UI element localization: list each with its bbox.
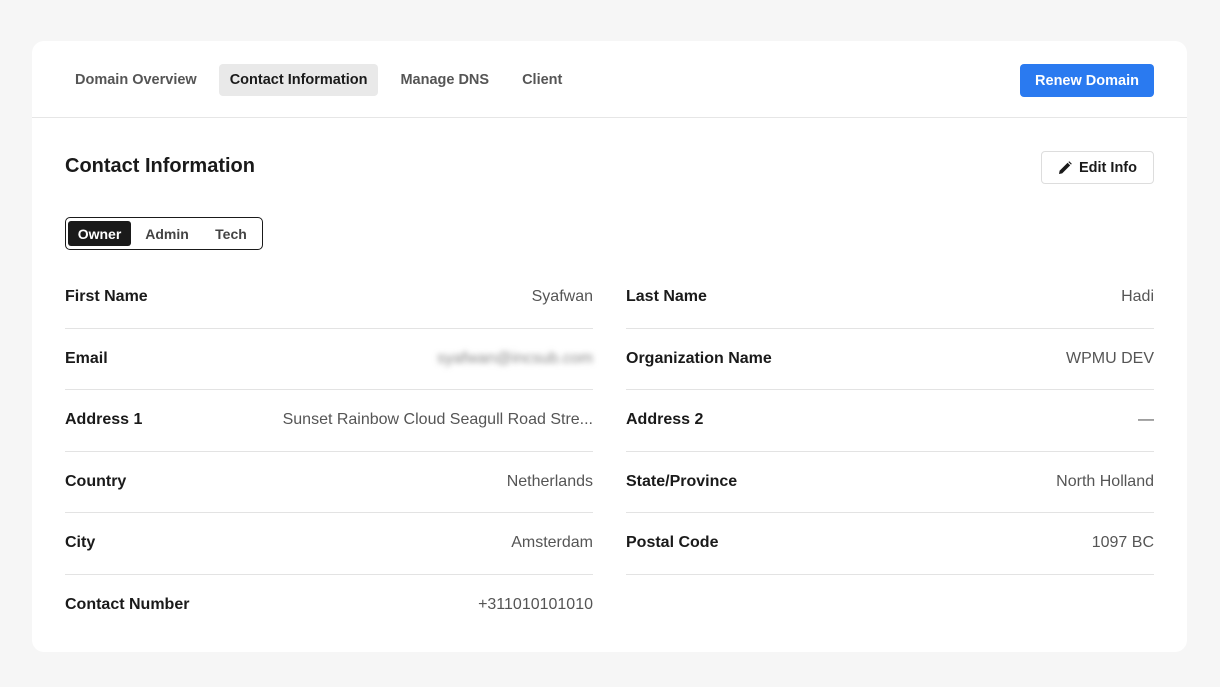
- field-label: Last Name: [626, 288, 707, 306]
- field-row: Last Name Hadi: [626, 267, 1154, 329]
- field-value: —: [1138, 411, 1154, 429]
- field-label: First Name: [65, 288, 148, 306]
- domain-card: Domain Overview Contact Information Mana…: [32, 41, 1187, 652]
- segment-tech[interactable]: Tech: [203, 221, 259, 246]
- contact-fields-left: First Name Syafwan Email syafwan@incsub.…: [65, 267, 593, 636]
- tab-client[interactable]: Client: [511, 64, 573, 96]
- tab-domain-overview[interactable]: Domain Overview: [64, 64, 208, 96]
- field-value: +311010101010: [478, 596, 593, 614]
- tab-manage-dns[interactable]: Manage DNS: [389, 64, 500, 96]
- field-row: Contact Number +311010101010: [65, 575, 593, 637]
- section-title: Contact Information: [65, 155, 255, 177]
- field-label: Contact Number: [65, 596, 190, 614]
- contact-type-switcher: Owner Admin Tech: [65, 217, 263, 250]
- field-row: Country Netherlands: [65, 452, 593, 513]
- field-row: Address 1 Sunset Rainbow Cloud Seagull R…: [65, 390, 593, 452]
- field-value: Hadi: [1121, 288, 1154, 306]
- field-row: First Name Syafwan: [65, 267, 593, 329]
- field-label: Address 1: [65, 411, 143, 429]
- field-value: Sunset Rainbow Cloud Seagull Road Stre..…: [282, 411, 593, 429]
- field-row: Address 2 —: [626, 390, 1154, 452]
- field-value: Amsterdam: [511, 534, 593, 552]
- contact-fields-right: Last Name Hadi Organization Name WPMU DE…: [626, 267, 1154, 575]
- field-value: North Holland: [1056, 472, 1154, 490]
- field-value-email: syafwan@incsub.com: [437, 349, 593, 367]
- field-row: Organization Name WPMU DEV: [626, 329, 1154, 390]
- field-label: State/Province: [626, 472, 738, 490]
- tab-bar: Domain Overview Contact Information Mana…: [64, 64, 573, 96]
- field-label: Organization Name: [626, 349, 772, 367]
- field-label: City: [65, 534, 96, 552]
- renew-domain-button[interactable]: Renew Domain: [1020, 64, 1154, 97]
- field-value: Syafwan: [531, 288, 593, 306]
- top-nav: Domain Overview Contact Information Mana…: [32, 41, 1187, 118]
- field-label: Postal Code: [626, 534, 719, 552]
- edit-info-label: Edit Info: [1079, 159, 1137, 176]
- field-label: Address 2: [626, 411, 704, 429]
- field-row: Email syafwan@incsub.com: [65, 329, 593, 390]
- pencil-icon: [1058, 160, 1072, 175]
- field-row: City Amsterdam: [65, 513, 593, 575]
- field-value: Netherlands: [506, 472, 593, 490]
- field-row: Postal Code 1097 BC: [626, 513, 1154, 575]
- field-label: Email: [65, 349, 108, 367]
- field-label: Country: [65, 472, 127, 490]
- field-row: State/Province North Holland: [626, 452, 1154, 513]
- tab-contact-information[interactable]: Contact Information: [218, 64, 379, 96]
- edit-info-button[interactable]: Edit Info: [1041, 151, 1154, 184]
- segment-owner[interactable]: Owner: [68, 221, 131, 246]
- field-value: WPMU DEV: [1066, 349, 1154, 367]
- field-value: 1097 BC: [1091, 534, 1154, 552]
- segment-admin[interactable]: Admin: [131, 221, 203, 246]
